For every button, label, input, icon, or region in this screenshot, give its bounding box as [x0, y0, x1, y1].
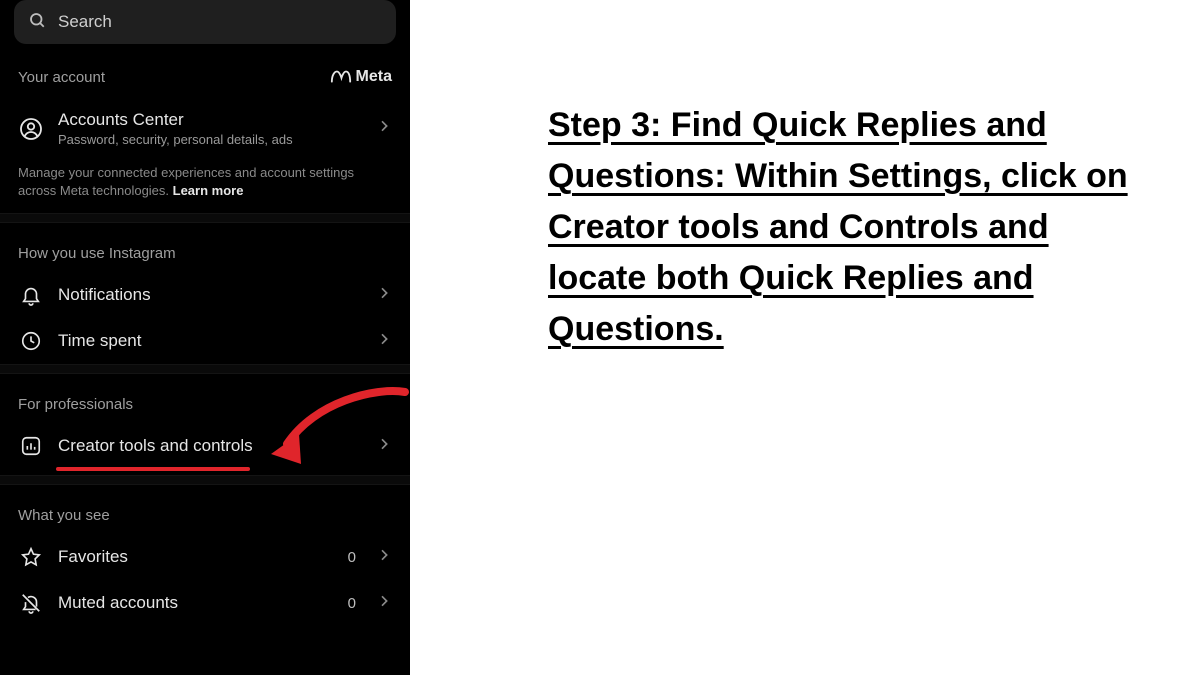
chart-icon — [18, 435, 44, 457]
star-icon — [18, 546, 44, 568]
time-spent-row[interactable]: Time spent — [0, 318, 410, 364]
search-placeholder: Search — [58, 12, 112, 32]
meta-logo-icon — [330, 66, 352, 88]
search-input[interactable]: Search — [14, 0, 396, 44]
accounts-center-subtitle: Password, security, personal details, ad… — [58, 132, 362, 148]
chevron-right-icon — [376, 547, 392, 568]
meta-brand: Meta — [330, 66, 392, 88]
section-heading: For professionals — [18, 396, 133, 413]
learn-more-link[interactable]: Learn more — [173, 183, 244, 198]
favorites-count: 0 — [348, 549, 356, 566]
favorites-row[interactable]: Favorites 0 — [0, 534, 410, 580]
chevron-right-icon — [376, 285, 392, 306]
section-heading: Your account — [18, 69, 105, 86]
section-heading: What you see — [18, 507, 110, 524]
annotation-underline — [56, 467, 250, 471]
section-usage: How you use Instagram — [0, 223, 410, 272]
accounts-center-icon — [18, 117, 44, 141]
chevron-right-icon — [376, 118, 392, 139]
clock-icon — [18, 330, 44, 352]
notifications-label: Notifications — [58, 285, 362, 305]
divider — [0, 213, 410, 223]
muted-accounts-label: Muted accounts — [58, 593, 334, 613]
creator-tools-row[interactable]: Creator tools and controls — [0, 423, 410, 475]
time-spent-label: Time spent — [58, 331, 362, 351]
section-your-account: Your account Meta — [0, 44, 410, 98]
muted-accounts-row[interactable]: Muted accounts 0 — [0, 580, 410, 626]
chevron-right-icon — [376, 436, 392, 457]
divider — [0, 364, 410, 374]
accounts-center-row[interactable]: Accounts Center Password, security, pers… — [0, 98, 410, 160]
bell-off-icon — [18, 592, 44, 614]
notifications-row[interactable]: Notifications — [0, 272, 410, 318]
chevron-right-icon — [376, 593, 392, 614]
section-heading: How you use Instagram — [18, 245, 176, 262]
divider — [0, 475, 410, 485]
step-instruction-text: Step 3: Find Quick Replies and Questions… — [548, 100, 1148, 355]
creator-tools-label: Creator tools and controls — [58, 436, 362, 456]
section-professionals: For professionals — [0, 374, 410, 423]
chevron-right-icon — [376, 331, 392, 352]
settings-screen: Search Your account Meta Accounts Center… — [0, 0, 410, 675]
muted-accounts-count: 0 — [348, 595, 356, 612]
search-icon — [28, 11, 46, 34]
accounts-center-description: Manage your connected experiences and ac… — [0, 160, 410, 213]
bell-icon — [18, 284, 44, 306]
favorites-label: Favorites — [58, 547, 334, 567]
accounts-center-label: Accounts Center Password, security, pers… — [58, 110, 362, 148]
section-what-you-see: What you see — [0, 485, 410, 534]
